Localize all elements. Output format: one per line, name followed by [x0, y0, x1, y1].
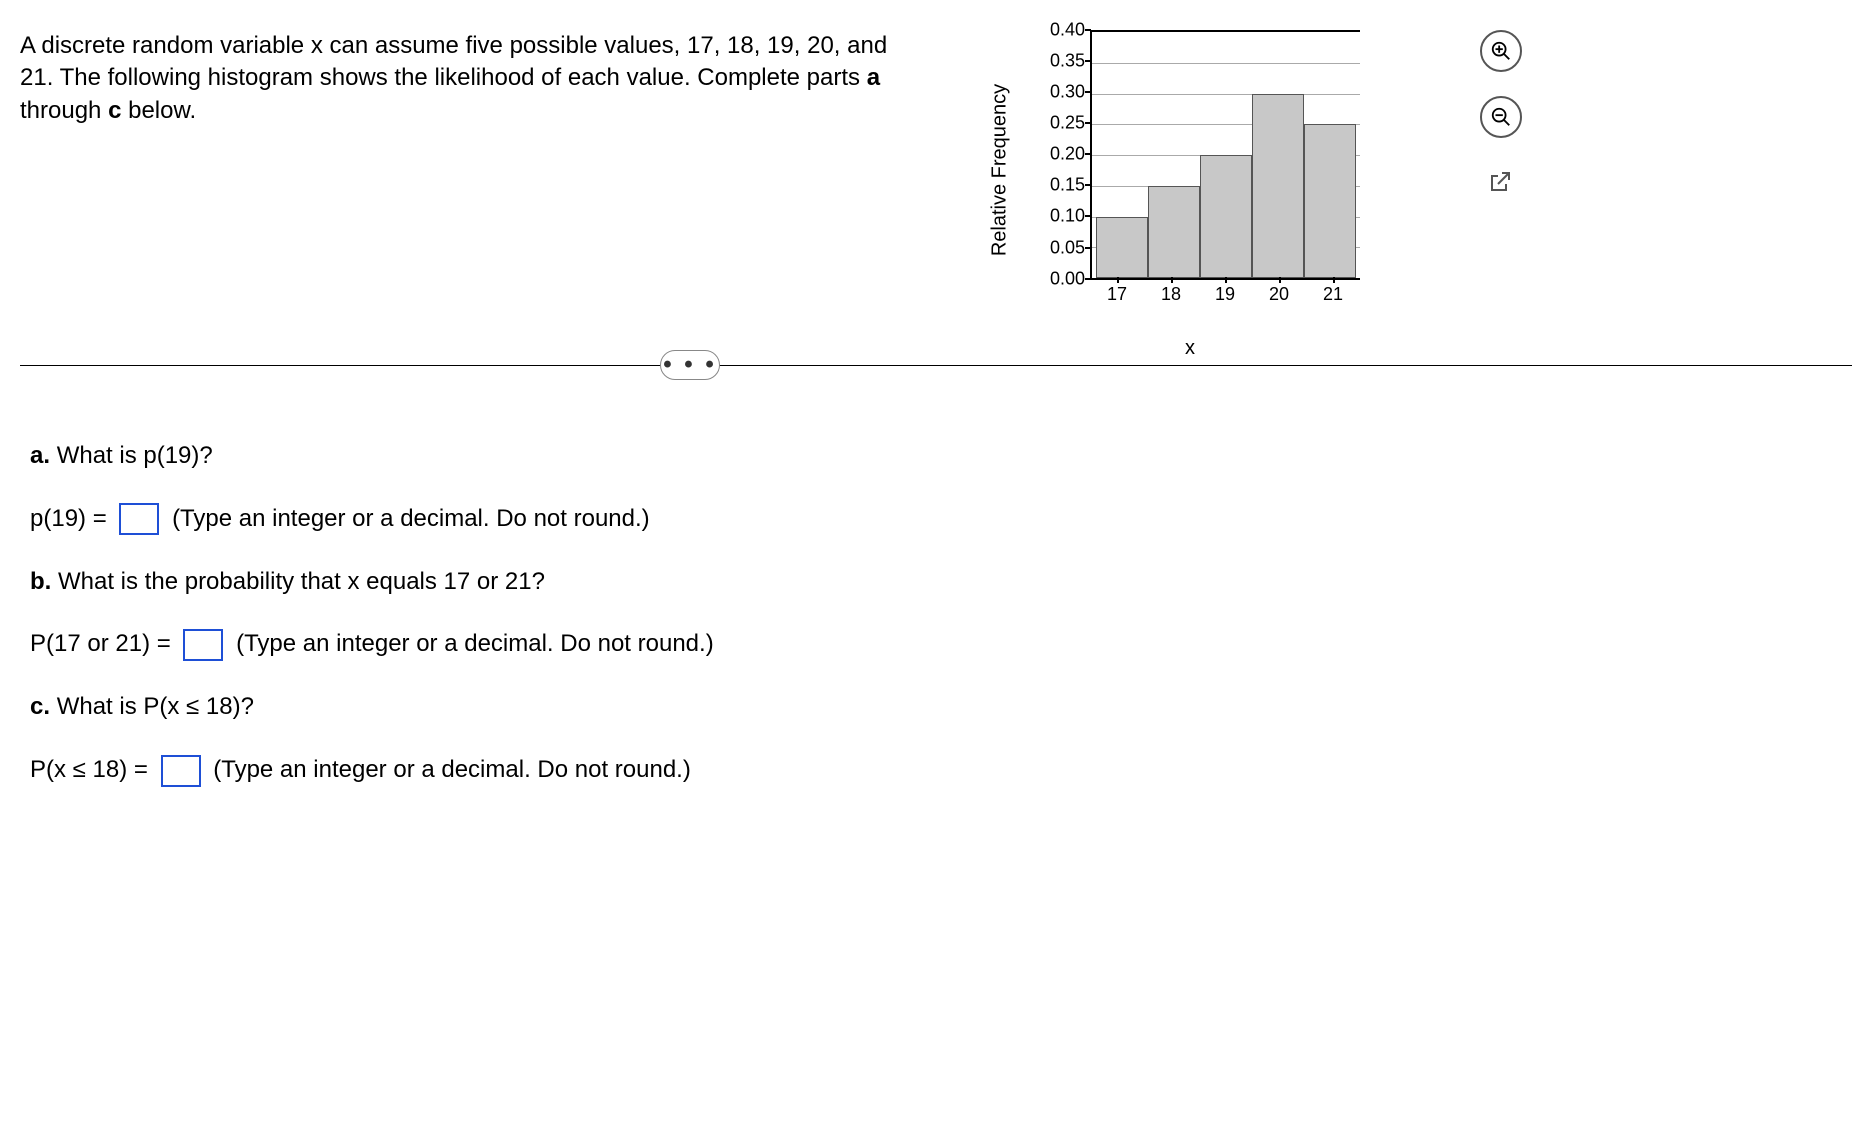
xtick-label: 20 [1252, 284, 1306, 305]
answer-a-row: p(19) = (Type an integer or a decimal. D… [30, 493, 1852, 546]
ytick-mark [1085, 184, 1091, 186]
ytick-label: 0.00 [1030, 268, 1085, 289]
expand-button[interactable]: • • • [660, 350, 720, 380]
chart-area: Relative Frequency 0.40 [1020, 30, 1420, 310]
answer-c-input[interactable] [161, 755, 201, 787]
ytick-mark [1085, 247, 1091, 249]
question-b-label: b. [30, 568, 51, 595]
ytick-label: 0.15 [1030, 175, 1085, 196]
answer-b-hint: (Type an integer or a decimal. Do not ro… [236, 630, 714, 657]
answer-b-row: P(17 or 21) = (Type an integer or a deci… [30, 618, 1852, 671]
xtick-label: 21 [1306, 284, 1360, 305]
bars-container [1092, 32, 1360, 278]
bar-18 [1148, 186, 1200, 278]
ytick-mark [1085, 122, 1091, 124]
ytick-label: 0.25 [1030, 113, 1085, 134]
bar-20 [1252, 94, 1304, 279]
question-c-label: c. [30, 693, 50, 720]
histogram-chart: Relative Frequency 0.40 [1020, 30, 1360, 310]
question-c-text: What is P(x ≤ 18)? [57, 693, 254, 720]
answer-b-input[interactable] [183, 629, 223, 661]
answer-a-input[interactable] [119, 503, 159, 535]
open-external-icon[interactable] [1480, 162, 1520, 202]
dots-icon: • • • [663, 351, 717, 379]
ytick-mark [1085, 60, 1091, 62]
answer-c-prefix: P(x ≤ 18) = [30, 756, 148, 783]
ytick-label: 0.40 [1030, 20, 1085, 41]
question-b-text: What is the probability that x equals 17… [58, 568, 545, 595]
question-a: a. What is p(19)? [30, 430, 1852, 483]
ytick-mark [1085, 29, 1091, 31]
ytick-mark [1085, 91, 1091, 93]
plot-region [1090, 30, 1360, 280]
ytick-label: 0.10 [1030, 206, 1085, 227]
xtick-label: 17 [1090, 284, 1144, 305]
xtick-label: 18 [1144, 284, 1198, 305]
ytick-label: 0.35 [1030, 51, 1085, 72]
ytick-mark [1085, 153, 1091, 155]
answer-a-hint: (Type an integer or a decimal. Do not ro… [172, 505, 650, 532]
question-a-text: What is p(19)? [57, 442, 213, 469]
ytick-label: 0.20 [1030, 144, 1085, 165]
xticks-container: 17 18 19 20 21 [1090, 284, 1360, 305]
prompt-body: A discrete random variable x can assume … [20, 32, 887, 124]
answer-c-hint: (Type an integer or a decimal. Do not ro… [213, 756, 691, 783]
divider-line [20, 365, 1852, 366]
bar-21 [1304, 124, 1356, 278]
ytick-label: 0.05 [1030, 237, 1085, 258]
question-b: b. What is the probability that x equals… [30, 556, 1852, 609]
bar-19 [1200, 155, 1252, 278]
ytick-mark [1085, 278, 1091, 280]
answer-b-prefix: P(17 or 21) = [30, 630, 171, 657]
bar-17 [1096, 217, 1148, 279]
zoom-out-icon[interactable] [1480, 96, 1522, 138]
question-c: c. What is P(x ≤ 18)? [30, 681, 1852, 734]
questions-section: a. What is p(19)? p(19) = (Type an integ… [20, 430, 1852, 797]
section-divider: • • • [20, 350, 1852, 380]
ytick-mark [1085, 215, 1091, 217]
answer-c-row: P(x ≤ 18) = (Type an integer or a decima… [30, 744, 1852, 797]
prompt-text: A discrete random variable x can assume … [20, 30, 920, 127]
y-axis-label: Relative Frequency [989, 84, 1012, 256]
question-a-label: a. [30, 442, 50, 469]
xtick-label: 19 [1198, 284, 1252, 305]
ytick-label: 0.30 [1030, 82, 1085, 103]
answer-a-prefix: p(19) = [30, 505, 107, 532]
zoom-in-icon[interactable] [1480, 30, 1522, 72]
